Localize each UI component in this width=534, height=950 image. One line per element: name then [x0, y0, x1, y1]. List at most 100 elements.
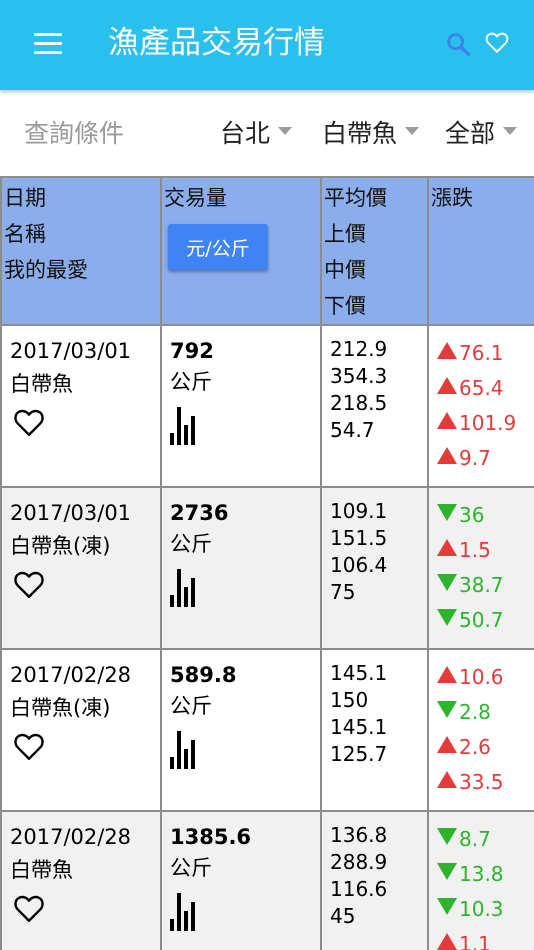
change-arrow-icon: [437, 701, 457, 718]
change-arrow-icon: [437, 342, 457, 359]
row-avg-price: 145.1: [330, 661, 388, 685]
dropdown-caret-icon: [278, 127, 293, 135]
row-low-price: 125.7: [330, 742, 388, 766]
row-change: 8.7: [437, 822, 534, 857]
row-name: 白帶魚(凍): [10, 534, 111, 558]
row-volume: 589.8: [170, 663, 237, 687]
row-change: 33.5: [437, 765, 534, 800]
heart-outline-icon[interactable]: [12, 729, 46, 763]
change-arrow-icon: [437, 574, 457, 591]
row-change: 65.4: [437, 371, 534, 406]
app-bar: 漁產品交易行情: [0, 0, 534, 90]
row-change: 10.6: [437, 660, 534, 695]
cell-volume: 1385.6 公斤: [160, 810, 322, 950]
change-arrow-icon: [437, 898, 457, 915]
header-change-label: 漲跌: [431, 186, 473, 210]
header-low-price: 下價: [324, 294, 366, 318]
row-name: 白帶魚: [10, 372, 73, 396]
row-change: 36: [437, 498, 534, 533]
unit-toggle-button[interactable]: 元/公斤: [168, 224, 268, 270]
heart-outline-icon[interactable]: [12, 567, 46, 601]
row-volume: 792: [170, 339, 214, 363]
row-date: 2017/02/28: [10, 825, 132, 849]
market-select[interactable]: 台北: [220, 118, 293, 150]
row-change: 101.9: [437, 406, 534, 441]
cell-changes: 8.7 13.8 10.3 1.1: [427, 810, 534, 950]
cell-volume: 589.8 公斤: [160, 648, 322, 812]
category-value: 全部: [445, 119, 496, 148]
filter-label: 查詢條件: [24, 119, 125, 148]
header-name: 名稱: [4, 222, 46, 246]
row-low-price: 75: [330, 580, 356, 604]
header-change: 漲跌: [427, 176, 534, 326]
header-favorite: 我的最愛: [4, 258, 88, 282]
cell-prices: 109.1 151.5 106.4 75: [320, 486, 429, 650]
dropdown-caret-icon: [503, 127, 518, 135]
category-select[interactable]: 全部: [445, 118, 518, 150]
row-unit: 公斤: [170, 532, 212, 556]
row-date: 2017/03/01: [10, 501, 132, 525]
row-name: 白帶魚(凍): [10, 696, 111, 720]
table-row[interactable]: 2017/03/01 白帶魚(凍) 2736 公斤 109.1 151.5 10…: [0, 486, 534, 650]
cell-volume: 2736 公斤: [160, 486, 322, 650]
header-high-price: 上價: [324, 222, 366, 246]
row-avg-price: 136.8: [330, 823, 388, 847]
cell-volume: 792 公斤: [160, 324, 322, 488]
search-icon[interactable]: [444, 30, 472, 58]
row-name: 白帶魚: [10, 858, 73, 882]
header-date: 日期: [4, 186, 46, 210]
heart-outline-icon[interactable]: [12, 405, 46, 439]
row-high-price: 151.5: [330, 526, 388, 550]
row-unit: 公斤: [170, 694, 212, 718]
product-select[interactable]: 白帶魚: [322, 118, 420, 150]
header-mid-price: 中價: [324, 258, 366, 282]
row-date: 2017/03/01: [10, 339, 132, 363]
row-unit: 公斤: [170, 856, 212, 880]
price-table: 日期 名稱 我的最愛 交易量 元/公斤 平均價 上價 中價 下價 漲跌 2017…: [0, 176, 534, 950]
row-volume: 2736: [170, 501, 229, 525]
change-arrow-icon: [437, 504, 457, 521]
row-change: 10.3: [437, 892, 534, 927]
row-change: 50.7: [437, 603, 534, 638]
bar-chart-icon[interactable]: [170, 731, 200, 769]
change-arrow-icon: [437, 771, 457, 788]
cell-date-name: 2017/02/28 白帶魚(凍): [0, 648, 162, 812]
header-avg-price: 平均價: [324, 186, 387, 210]
row-change: 13.8: [437, 857, 534, 892]
menu-icon[interactable]: [34, 33, 62, 55]
bar-chart-icon[interactable]: [170, 893, 200, 931]
bar-chart-icon[interactable]: [170, 569, 200, 607]
change-arrow-icon: [437, 412, 457, 429]
change-arrow-icon: [437, 539, 457, 556]
row-low-price: 54.7: [330, 418, 375, 442]
row-change: 9.7: [437, 441, 534, 476]
row-avg-price: 109.1: [330, 499, 388, 523]
table-row[interactable]: 2017/02/28 白帶魚(凍) 589.8 公斤 145.1 150 145…: [0, 648, 534, 812]
row-high-price: 288.9: [330, 850, 388, 874]
header-volume: 交易量 元/公斤: [160, 176, 322, 326]
bar-chart-icon[interactable]: [170, 407, 200, 445]
row-change: 2.8: [437, 695, 534, 730]
row-change: 76.1: [437, 336, 534, 371]
table-row[interactable]: 2017/02/28 白帶魚 1385.6 公斤 136.8 288.9 116…: [0, 810, 534, 950]
dropdown-caret-icon: [405, 127, 420, 135]
row-high-price: 150: [330, 688, 369, 712]
row-mid-price: 116.6: [330, 877, 388, 901]
row-low-price: 45: [330, 904, 356, 928]
change-arrow-icon: [437, 863, 457, 880]
row-date: 2017/02/28: [10, 663, 132, 687]
cell-date-name: 2017/02/28 白帶魚: [0, 810, 162, 950]
row-change: 1.5: [437, 533, 534, 568]
page-title: 漁產品交易行情: [108, 25, 325, 61]
row-change: 38.7: [437, 568, 534, 603]
heart-outline-icon[interactable]: [12, 891, 46, 925]
product-value: 白帶魚: [322, 119, 398, 148]
cell-prices: 136.8 288.9 116.6 45: [320, 810, 429, 950]
change-arrow-icon: [437, 609, 457, 626]
change-arrow-icon: [437, 828, 457, 845]
row-change: 2.6: [437, 730, 534, 765]
heart-outline-icon[interactable]: [484, 29, 510, 55]
table-row[interactable]: 2017/03/01 白帶魚 792 公斤 212.9 354.3 218.5 …: [0, 324, 534, 488]
change-arrow-icon: [437, 736, 457, 753]
header-date-name-fav: 日期 名稱 我的最愛: [0, 176, 162, 326]
